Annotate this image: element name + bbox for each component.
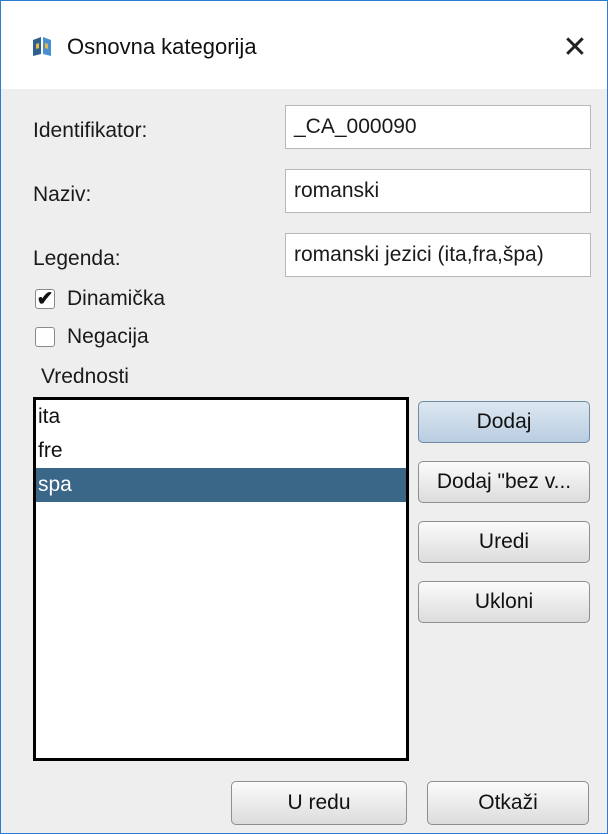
list-item-selected[interactable]: spa — [36, 468, 406, 502]
legend-label: Legenda: — [33, 247, 121, 270]
edit-button[interactable]: Uredi — [418, 521, 590, 563]
dynamic-checkbox[interactable]: ✔ — [35, 289, 55, 309]
identifier-field[interactable]: _CA_000090 — [285, 105, 591, 149]
name-label: Naziv: — [33, 183, 92, 206]
negation-checkbox-label: Negacija — [67, 325, 149, 348]
legend-field[interactable]: romanski jezici (ita,fra,špa) — [285, 233, 591, 277]
values-label: Vrednosti — [41, 365, 129, 388]
title-bar[interactable]: Osnovna kategorija ✕ — [1, 1, 607, 89]
dialog-window: Osnovna kategorija ✕ Identifikator: _CA_… — [0, 0, 608, 834]
close-icon[interactable]: ✕ — [555, 27, 595, 67]
list-item[interactable]: fre — [36, 434, 406, 468]
cancel-button[interactable]: Otkaži — [427, 781, 589, 825]
add-button[interactable]: Dodaj — [418, 401, 590, 443]
dynamic-checkbox-label: Dinamička — [67, 287, 166, 310]
name-field[interactable]: romanski — [285, 169, 591, 213]
dynamic-checkbox-row[interactable]: ✔ Dinamička — [35, 285, 165, 313]
ok-button[interactable]: U redu — [231, 781, 407, 825]
negation-checkbox-row[interactable]: Negacija — [35, 323, 149, 351]
add-without-value-button[interactable]: Dodaj "bez v... — [418, 461, 590, 503]
app-icon — [33, 37, 51, 56]
window-title: Osnovna kategorija — [67, 34, 257, 59]
values-list[interactable]: ita fre spa — [33, 397, 409, 761]
negation-checkbox[interactable] — [35, 327, 55, 347]
list-item[interactable]: ita — [36, 400, 406, 434]
remove-button[interactable]: Ukloni — [418, 581, 590, 623]
identifier-label: Identifikator: — [33, 119, 148, 142]
